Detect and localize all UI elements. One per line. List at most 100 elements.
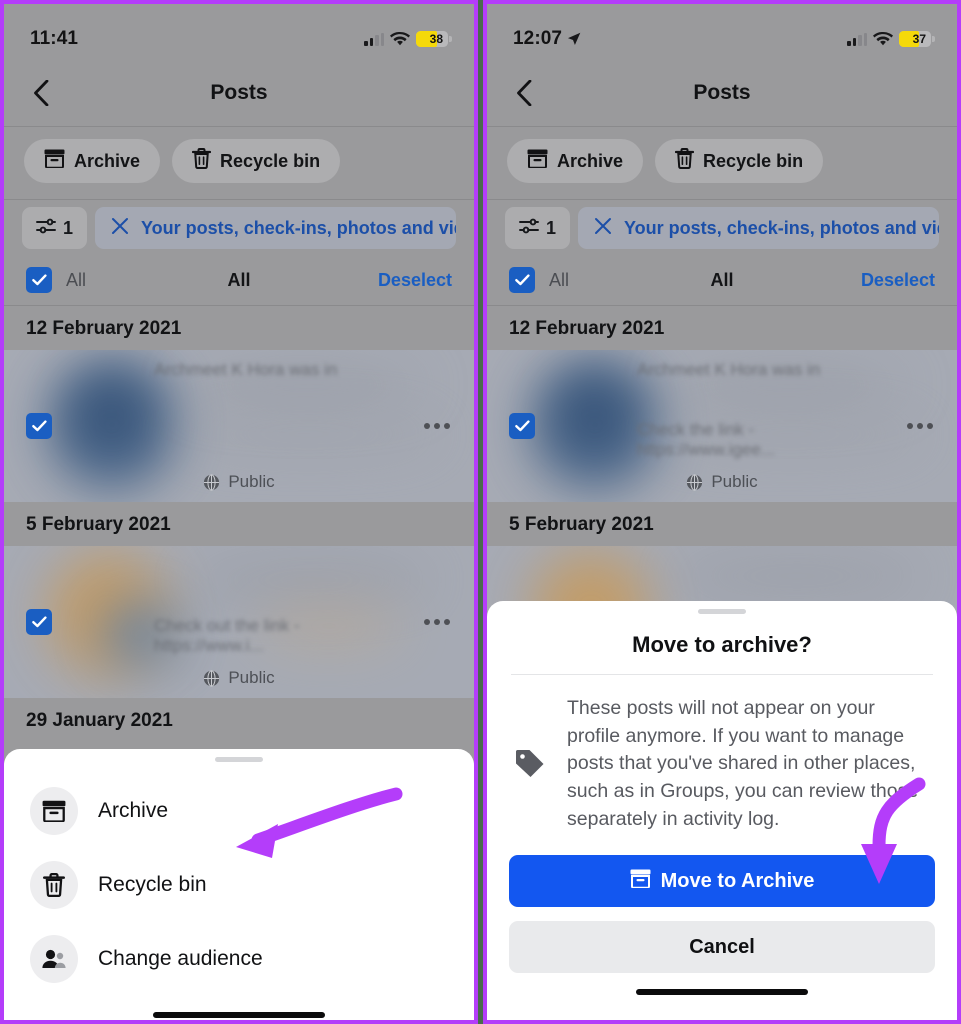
post-author-text: Archmeet K Hora was in [154,360,338,379]
move-to-archive-button[interactable]: Move to Archive [509,855,935,908]
chip-recycle-bin[interactable]: Recycle bin [655,139,824,183]
select-all-label: All [549,269,570,290]
dialog-title: Move to archive? [632,632,812,657]
date-header: 29 January 2021 [26,710,173,731]
sheet-item-recycle-bin[interactable]: Recycle bin [4,848,474,922]
date-header: 12 February 2021 [509,318,665,339]
page-title: Posts [210,81,268,104]
status-indicators-left: 38 [364,31,452,47]
move-to-archive-label: Move to Archive [660,869,815,892]
post-row[interactable]: Archmeet K Hora was in Check the link - … [487,350,957,502]
post-privacy: Public [4,472,474,492]
screenshot-stage: 11:41 38 Posts Archive Recycle bin 1 You… [0,0,961,1024]
location-arrow-icon [568,32,581,45]
post-privacy-label: Public [711,472,758,491]
select-all-label: All [66,269,87,290]
battery-level: 37 [912,32,926,46]
sheet-item-archive[interactable]: Archive [4,774,474,848]
status-time-left: 11:41 [30,28,78,50]
sheet-item-label: Recycle bin [98,873,207,896]
date-header: 5 February 2021 [509,514,654,535]
post-snippet-text: Check the link - https://www.igee... [637,420,775,459]
battery-level: 38 [429,32,443,46]
select-all-row-left: All All Deselect [4,257,474,305]
archive-box-icon [630,869,651,894]
archive-box-icon [44,149,65,173]
wifi-icon [873,31,893,47]
sheet-item-label: Change audience [98,947,263,970]
phone-screenshot-right: 12:07 37 Posts Archive Recycle bin 1 You… [483,0,961,1024]
date-header: 12 February 2021 [26,318,182,339]
filter-row-left: 1 Your posts, check-ins, photos and vide… [4,200,474,257]
chip-archive[interactable]: Archive [24,139,161,183]
post-row[interactable]: Archmeet K Hora was in Public [4,350,474,502]
active-filter-label: Your posts, check-ins, photos and videos [141,217,456,238]
confirm-dialog: Move to archive? These posts will not ap… [487,601,957,1020]
close-icon[interactable] [111,217,129,240]
status-indicators-right: 37 [847,31,935,47]
post-checkbox[interactable] [26,413,52,439]
post-author-text: Archmeet K Hora was in [637,360,821,379]
post-checkbox[interactable] [509,413,535,439]
chip-recycle-bin-label: Recycle bin [220,150,321,171]
sheet-item-change-audience[interactable]: Change audience [4,922,474,996]
archive-box-icon [527,149,548,173]
cellular-signal-icon [364,32,384,46]
post-more-options-button[interactable] [424,619,450,625]
status-time-right: 12:07 [513,28,581,50]
active-filter-pill[interactable]: Your posts, check-ins, photos and videos [578,207,939,249]
nav-bar-right: Posts [487,60,957,126]
deselect-button[interactable]: Deselect [861,270,935,291]
post-snippet-text: Check out the link - https://www.i... [154,616,300,655]
close-icon[interactable] [594,217,612,240]
chip-recycle-bin[interactable]: Recycle bin [172,139,341,183]
status-time-text: 11:41 [30,28,79,49]
chip-archive-label: Archive [557,150,624,171]
active-filter-pill[interactable]: Your posts, check-ins, photos and videos [95,207,456,249]
chip-archive-label: Archive [74,150,141,171]
select-all-checkbox[interactable] [26,267,52,293]
post-more-options-button[interactable] [907,423,933,429]
sheet-menu: Archive Recycle bin Change audience [4,762,474,996]
trash-icon [191,148,212,174]
post-row[interactable]: Check out the link - https://www.i... Pu… [4,546,474,698]
filter-chip-row-left: Archive Recycle bin [4,127,474,199]
filter-count-value: 1 [546,217,557,238]
filter-count-button[interactable]: 1 [22,207,88,249]
trash-icon [30,861,78,909]
cancel-button[interactable]: Cancel [509,921,935,974]
post-more-options-button[interactable] [424,423,450,429]
nav-bar-left: Posts [4,60,474,126]
tag-icon [509,747,551,781]
dialog-message: These posts will not appear on your prof… [567,697,919,830]
home-indicator [153,1012,325,1018]
select-all-row-right: All All Deselect [487,257,957,305]
chip-archive[interactable]: Archive [507,139,644,183]
status-time-text: 12:07 [513,28,563,49]
status-bar-left: 11:41 38 [4,4,474,60]
dialog-body: These posts will not appear on your prof… [487,675,957,849]
post-checkbox[interactable] [26,609,52,635]
filter-chip-row-right: Archive Recycle bin [487,127,957,199]
globe-icon [687,473,703,491]
active-filter-label: Your posts, check-ins, photos and videos [624,217,939,238]
post-privacy-label: Public [228,668,275,687]
action-sheet-left: Archive Recycle bin Change audience [4,749,474,1020]
post-privacy: Public [4,668,474,688]
select-all-checkbox[interactable] [509,267,535,293]
home-indicator [636,989,808,996]
cellular-signal-icon [847,32,867,46]
battery-icon: 38 [416,31,452,47]
status-bar-right: 12:07 37 [487,4,957,60]
cancel-label: Cancel [689,935,755,958]
battery-icon: 37 [899,31,935,47]
phone-screenshot-left: 11:41 38 Posts Archive Recycle bin 1 You… [0,0,478,1024]
wifi-icon [390,31,410,47]
deselect-button[interactable]: Deselect [378,270,452,291]
filter-count-button[interactable]: 1 [505,207,571,249]
filter-count-value: 1 [63,217,74,238]
chip-recycle-bin-label: Recycle bin [703,150,804,171]
sheet-item-label: Archive [98,799,169,822]
archive-box-icon [30,787,78,835]
page-title: Posts [693,81,751,104]
